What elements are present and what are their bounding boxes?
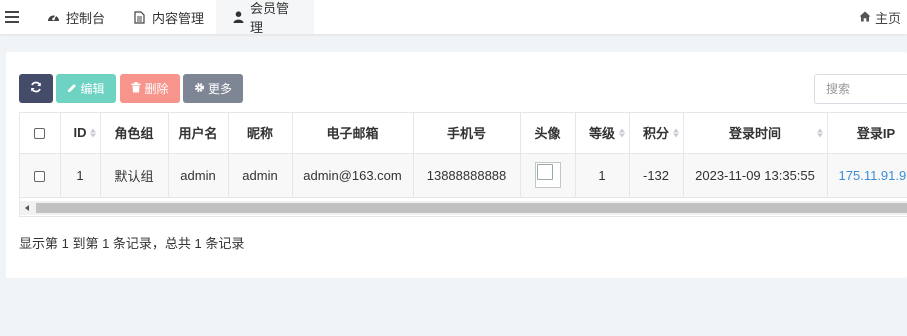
- more-button[interactable]: 更多: [183, 74, 243, 103]
- row-select-cell: [20, 153, 61, 198]
- select-all-cell: [20, 113, 61, 154]
- column-header-group: 角色组: [100, 113, 169, 154]
- scrollbar-thumb[interactable]: [36, 203, 907, 213]
- tab-dashboard[interactable]: 控制台: [31, 0, 121, 34]
- cell-level: 1: [575, 153, 630, 198]
- column-header-login-ip: 登录IP: [827, 113, 907, 154]
- refresh-button[interactable]: [19, 74, 53, 103]
- sort-icon: [618, 128, 625, 138]
- tab-dashboard-label: 控制台: [66, 10, 106, 26]
- cell-score: -132: [629, 153, 684, 198]
- home-icon: [859, 10, 871, 25]
- column-header-score[interactable]: 积分: [629, 113, 684, 154]
- sort-icon: [89, 128, 96, 138]
- search-input[interactable]: [814, 74, 907, 104]
- cell-id: 1: [60, 153, 101, 198]
- tab-member-management-label: 会员管理: [250, 1, 290, 35]
- home-link[interactable]: 主页: [859, 0, 901, 34]
- cell-avatar: [520, 153, 576, 198]
- cell-email: admin@163.com: [292, 153, 414, 198]
- horizontal-scrollbar[interactable]: [20, 201, 907, 215]
- more-button-label: 更多: [207, 82, 232, 96]
- cell-mobile: 13888888888: [413, 153, 521, 198]
- column-header-username: 用户名: [168, 113, 229, 154]
- cog-icon: [194, 82, 205, 96]
- scroll-left-icon[interactable]: [25, 205, 29, 211]
- member-list-panel: 编辑 删除 更多 搜索 ID 角色组 用户名 昵称 电子邮箱 手机号 头像 等级…: [6, 52, 907, 278]
- column-header-level[interactable]: 等级: [575, 113, 630, 154]
- edit-button-label: 编辑: [80, 82, 105, 96]
- column-header-nickname: 昵称: [228, 113, 293, 154]
- file-icon: [133, 10, 146, 24]
- tab-content-management-label: 内容管理: [152, 10, 205, 26]
- menu-toggle-icon[interactable]: [5, 8, 19, 26]
- cell-group: 默认组: [100, 153, 169, 198]
- member-table-container: ID 角色组 用户名 昵称 电子邮箱 手机号 头像 等级 积分 登录时间 登录I…: [19, 112, 907, 217]
- column-header-avatar: 头像: [520, 113, 576, 154]
- column-header-login-time[interactable]: 登录时间: [683, 113, 828, 154]
- select-all-checkbox[interactable]: [34, 128, 46, 140]
- column-header-id[interactable]: ID: [60, 113, 101, 154]
- trash-icon: [131, 81, 141, 96]
- table-row[interactable]: 1 默认组 admin admin admin@163.com 13888888…: [20, 153, 907, 198]
- pagination-summary: 显示第 1 到第 1 条记录，总共 1 条记录: [19, 236, 245, 251]
- cell-login-time: 2023-11-09 13:35:55: [683, 153, 828, 198]
- broken-image-icon[interactable]: [534, 162, 561, 188]
- refresh-icon: [30, 81, 42, 96]
- sort-icon: [672, 128, 679, 138]
- tab-member-management[interactable]: 会员管理: [216, 0, 314, 35]
- top-navbar: 控制台 内容管理 会员管理 主页: [0, 0, 907, 35]
- delete-button[interactable]: 删除: [120, 74, 180, 103]
- edit-button[interactable]: 编辑: [56, 74, 116, 103]
- column-header-mobile: 手机号: [413, 113, 521, 154]
- user-icon: [232, 11, 244, 24]
- home-link-label: 主页: [874, 10, 901, 26]
- cell-nickname: admin: [228, 153, 293, 198]
- cell-username: admin: [168, 153, 229, 198]
- table-header-row: ID 角色组 用户名 昵称 电子邮箱 手机号 头像 等级 积分 登录时间 登录I…: [20, 113, 907, 154]
- tab-content-management[interactable]: 内容管理: [117, 0, 220, 34]
- pencil-icon: [67, 82, 77, 96]
- member-table: ID 角色组 用户名 昵称 电子邮箱 手机号 头像 等级 积分 登录时间 登录I…: [20, 113, 907, 198]
- cell-login-ip[interactable]: 175.11.91.97: [827, 153, 907, 198]
- sort-icon: [816, 128, 823, 138]
- dashboard-icon: [47, 11, 60, 24]
- column-header-email: 电子邮箱: [292, 113, 414, 154]
- delete-button-label: 删除: [144, 82, 169, 96]
- row-checkbox[interactable]: [34, 170, 46, 182]
